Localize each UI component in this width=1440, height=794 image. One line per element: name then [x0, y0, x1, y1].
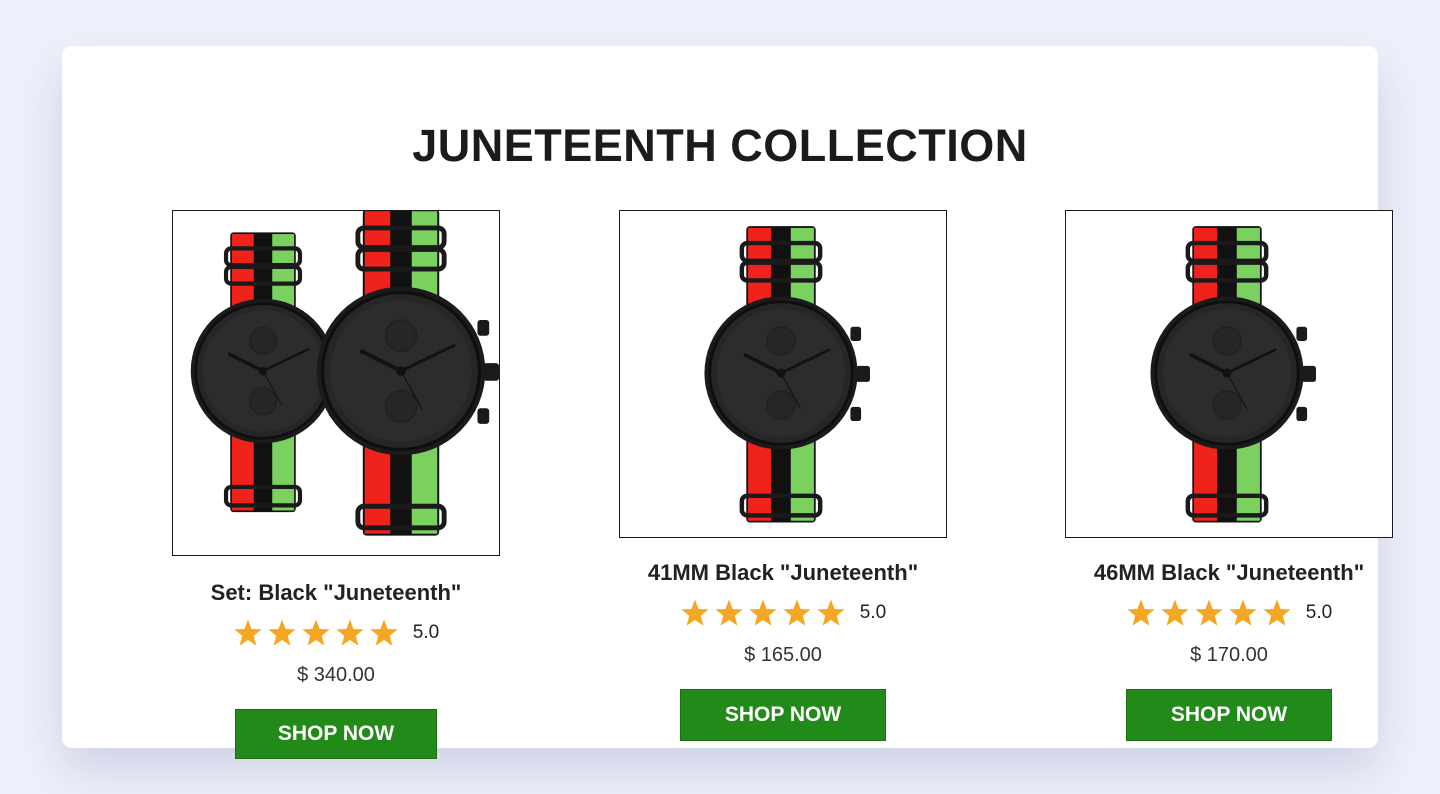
product-price: $ 340.00: [297, 664, 375, 686]
rating-value: 5.0: [1305, 602, 1333, 623]
star-icon: [369, 618, 399, 648]
page-title: JUNETEENTH COLLECTION: [412, 120, 1028, 171]
star-icon: [267, 618, 297, 648]
star-icon: [1228, 598, 1258, 628]
star-icon: [680, 598, 710, 628]
star-icon: [782, 598, 812, 628]
star-rating: [233, 618, 399, 648]
star-rating: [680, 598, 846, 628]
product-rating: 5.0: [619, 598, 947, 628]
product-rating: 5.0: [1065, 598, 1393, 628]
product-card-46mm: 46MM Black "Juneteenth" 5.0 $ 170.00 SHO…: [1065, 210, 1393, 741]
product-price: $ 170.00: [1190, 644, 1268, 666]
shop-now-button[interactable]: SHOP NOW: [680, 689, 886, 741]
star-icon: [233, 618, 263, 648]
shop-now-button[interactable]: SHOP NOW: [235, 709, 437, 759]
product-image-frame[interactable]: [172, 210, 500, 556]
star-icon: [1262, 598, 1292, 628]
star-icon: [1126, 598, 1156, 628]
star-icon: [748, 598, 778, 628]
shop-now-button[interactable]: SHOP NOW: [1126, 689, 1332, 741]
product-rating: 5.0: [172, 618, 500, 648]
product-card-41mm: 41MM Black "Juneteenth" 5.0 $ 165.00 SHO…: [619, 210, 947, 741]
star-icon: [714, 598, 744, 628]
star-icon: [816, 598, 846, 628]
star-icon: [1194, 598, 1224, 628]
rating-value: 5.0: [859, 602, 887, 623]
watch-icon: [620, 211, 946, 537]
product-name[interactable]: Set: Black "Juneteenth": [172, 580, 500, 606]
product-name[interactable]: 41MM Black "Juneteenth": [619, 560, 947, 586]
product-name[interactable]: 46MM Black "Juneteenth": [1065, 560, 1393, 586]
rating-value: 5.0: [412, 622, 440, 643]
product-card-set: Set: Black "Juneteenth" 5.0 $ 340.00 SHO…: [172, 210, 500, 759]
star-rating: [1126, 598, 1292, 628]
product-image-frame[interactable]: [1065, 210, 1393, 538]
product-price: $ 165.00: [744, 644, 822, 666]
collection-card: JUNETEENTH COLLECTION Set: Black "Junete…: [62, 46, 1393, 759]
star-icon: [335, 618, 365, 648]
watch-set-icon: [173, 211, 499, 555]
star-icon: [1160, 598, 1190, 628]
watch-icon: [1066, 211, 1392, 537]
product-image-frame[interactable]: [619, 210, 947, 538]
star-icon: [301, 618, 331, 648]
